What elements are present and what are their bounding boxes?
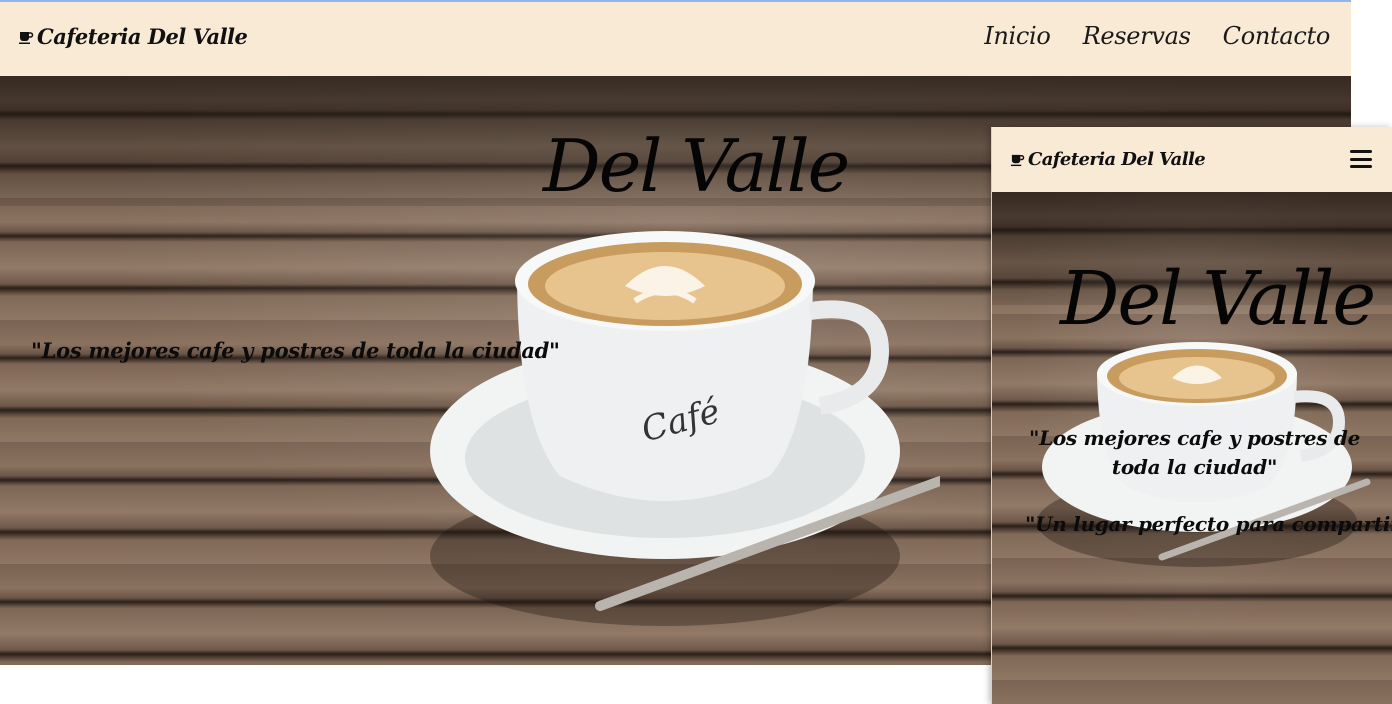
mobile-navbar: Cafeteria Del Valle — [992, 127, 1392, 192]
coffee-cup-icon — [19, 31, 34, 44]
nav-link-inicio[interactable]: Inicio — [984, 22, 1051, 50]
coffee-cup-image: Café — [430, 231, 940, 626]
navbar: Cafeteria Del Valle Inicio Reservas Cont… — [0, 2, 1351, 76]
mobile-hero-quote: "Los mejores cafe y postres de toda la c… — [1028, 426, 1361, 479]
mobile-hero-quote-secondary: "Un lugar perfecto para compartir" — [1025, 512, 1392, 536]
mobile-view: Cafeteria Del Valle Del Valle "Los mejor… — [991, 127, 1392, 704]
nav-link-contacto[interactable]: Contacto — [1223, 22, 1331, 50]
hamburger-menu-icon[interactable] — [1350, 150, 1372, 168]
mobile-brand-name: Cafeteria Del Valle — [1028, 149, 1206, 170]
brand-name: Cafeteria Del Valle — [37, 24, 248, 49]
mobile-brand-link[interactable]: Cafeteria Del Valle — [1010, 149, 1206, 170]
hero-quote: "Los mejores cafe y postres de toda la c… — [31, 338, 560, 363]
nav-link-reservas[interactable]: Reservas — [1083, 22, 1191, 50]
brand-link[interactable]: Cafeteria Del Valle — [18, 24, 248, 49]
mobile-hero-title: Del Valle — [1060, 256, 1376, 342]
coffee-cup-icon — [1010, 154, 1025, 167]
nav-links: Inicio Reservas Contacto — [984, 22, 1330, 50]
hero-title: Del Valle — [543, 124, 850, 208]
mobile-hero-section: Del Valle "Los mejores cafe y postres de… — [992, 192, 1392, 704]
